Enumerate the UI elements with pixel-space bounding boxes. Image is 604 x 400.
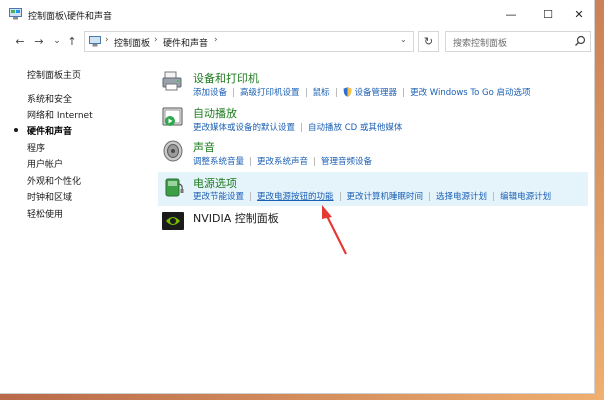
category-title[interactable]: NVIDIA 控制面板 [193, 210, 279, 226]
sidebar-item-network[interactable]: 网络和 Internet [27, 108, 93, 121]
category-devices-printers: 设备和打印机 添加设备 高级打印机设置 鼠标 设备管理器 更改 Windows … [158, 66, 588, 102]
sidebar-item-user-accounts[interactable]: 用户帐户 [27, 157, 63, 170]
manage-audio-devices-link[interactable]: 管理音频设备 [321, 155, 372, 167]
printer-icon [162, 71, 182, 91]
breadcrumb-control-panel[interactable]: 控制面板 [114, 36, 150, 49]
power-icon [165, 178, 184, 197]
sleep-time-link[interactable]: 更改计算机睡眠时间 [347, 190, 424, 202]
category-links: 调整系统音量 更改系统声音 管理音频设备 [193, 155, 372, 167]
up-button[interactable]: ↑ [64, 33, 80, 49]
sidebar-item-ease-of-access[interactable]: 轻松使用 [27, 207, 63, 220]
link-divider [305, 87, 307, 97]
breadcrumb-separator: › [105, 35, 109, 45]
address-toolbar: ← → ⌄ ↑ › 控制面板 › 硬件和声音 › ⌄ ↻ 搜索控制面板 [0, 28, 594, 56]
link-divider [250, 156, 252, 166]
sidebar-item-home[interactable]: 控制面板主页 [27, 68, 81, 81]
category-links: 更改媒体或设备的默认设置 自动播放 CD 或其他媒体 [193, 121, 402, 133]
close-button[interactable]: ✕ [562, 2, 596, 26]
maximize-button[interactable]: ☐ [531, 2, 565, 26]
control-panel-icon [89, 36, 101, 47]
device-manager-link[interactable]: 设备管理器 [355, 86, 398, 98]
link-divider [250, 191, 252, 201]
change-system-sounds-link[interactable]: 更改系统声音 [257, 155, 308, 167]
add-device-link[interactable]: 添加设备 [193, 86, 227, 98]
category-sound: 声音 调整系统音量 更改系统声音 管理音频设备 [158, 136, 588, 170]
category-links: 更改节能设置 更改电源按钮的功能 更改计算机睡眠时间 选择电源计划 编辑电源计划 [193, 190, 551, 202]
search-input[interactable]: 搜索控制面板 [453, 36, 507, 49]
link-divider [493, 191, 495, 201]
link-divider [403, 87, 405, 97]
refresh-button[interactable]: ↻ [418, 31, 439, 52]
advanced-printer-settings-link[interactable]: 高级打印机设置 [240, 86, 300, 98]
active-indicator [14, 128, 18, 132]
link-divider [233, 87, 235, 97]
windows-to-go-link[interactable]: 更改 Windows To Go 启动选项 [410, 86, 531, 98]
uac-shield-icon [343, 87, 352, 97]
category-links: 添加设备 高级打印机设置 鼠标 设备管理器 更改 Windows To Go 启… [193, 86, 531, 98]
sidebar-item-clock-region[interactable]: 时钟和区域 [27, 190, 72, 203]
category-nvidia: NVIDIA 控制面板 [158, 206, 588, 234]
adjust-volume-link[interactable]: 调整系统音量 [193, 155, 244, 167]
nvidia-icon [162, 212, 184, 230]
mouse-link[interactable]: 鼠标 [313, 86, 330, 98]
power-button-function-link[interactable]: 更改电源按钮的功能 [257, 190, 334, 202]
link-divider [314, 156, 316, 166]
breadcrumb-separator: › [154, 35, 158, 45]
autoplay-cd-link[interactable]: 自动播放 CD 或其他媒体 [308, 121, 402, 133]
category-title[interactable]: 电源选项 [193, 175, 237, 191]
speaker-icon [163, 140, 183, 162]
change-power-saving-link[interactable]: 更改节能设置 [193, 190, 244, 202]
sidebar-item-hardware-sound[interactable]: 硬件和声音 [27, 124, 72, 137]
choose-power-plan-link[interactable]: 选择电源计划 [436, 190, 487, 202]
category-autoplay: 自动播放 更改媒体或设备的默认设置 自动播放 CD 或其他媒体 [158, 102, 588, 136]
autoplay-icon [162, 107, 183, 126]
sidebar-item-appearance[interactable]: 外观和个性化 [27, 174, 81, 187]
category-power-options: 电源选项 更改节能设置 更改电源按钮的功能 更改计算机睡眠时间 选择电源计划 编… [158, 172, 588, 206]
breadcrumb-hardware-sound[interactable]: 硬件和声音 [163, 36, 208, 49]
control-panel-icon [9, 8, 22, 20]
window-title: 控制面板\硬件和声音 [28, 12, 113, 22]
link-divider [339, 191, 341, 201]
sidebar-item-programs[interactable]: 程序 [27, 141, 45, 154]
breadcrumb-separator: › [214, 35, 218, 45]
minimize-button[interactable]: — [494, 2, 528, 26]
address-dropdown-icon[interactable]: ⌄ [400, 35, 407, 44]
category-title[interactable]: 声音 [193, 139, 215, 155]
category-title[interactable]: 自动播放 [193, 105, 237, 121]
edit-power-plan-link[interactable]: 编辑电源计划 [500, 190, 551, 202]
address-bar[interactable]: › 控制面板 › 硬件和声音 › ⌄ [84, 31, 414, 52]
sidebar-item-system-security[interactable]: 系统和安全 [27, 92, 72, 105]
title-bar: 控制面板\硬件和声音 — ☐ ✕ [0, 0, 594, 28]
recent-locations-button[interactable]: ⌄ [49, 33, 65, 49]
change-default-media-link[interactable]: 更改媒体或设备的默认设置 [193, 121, 295, 133]
link-divider [429, 191, 431, 201]
category-title[interactable]: 设备和打印机 [193, 70, 259, 86]
control-panel-window: 控制面板\硬件和声音 — ☐ ✕ ← → ⌄ ↑ › 控制面板 › 硬件和声音 … [0, 0, 595, 394]
search-box[interactable]: 搜索控制面板 [445, 31, 591, 52]
link-divider [301, 122, 303, 132]
search-icon[interactable] [574, 35, 586, 47]
link-divider [335, 87, 337, 97]
back-button[interactable]: ← [12, 33, 28, 49]
forward-button[interactable]: → [31, 33, 47, 49]
